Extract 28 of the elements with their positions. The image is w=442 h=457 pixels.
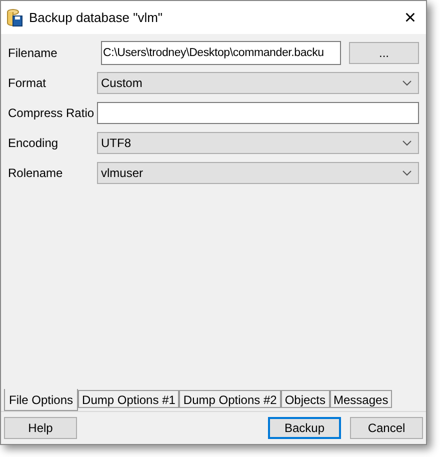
input-field[interactable] (97, 102, 419, 124)
dialog-button[interactable]: Backup (268, 417, 341, 439)
tab[interactable]: Objects (280, 390, 330, 408)
tab[interactable]: Messages (330, 390, 392, 408)
dropdown-value: UTF8 (101, 135, 131, 152)
dropdown-value: vlmuser (101, 165, 144, 182)
dropdown[interactable]: UTF8 (97, 132, 419, 154)
close-button[interactable]: × (404, 8, 416, 28)
tab[interactable]: Dump Options #1 (78, 390, 180, 408)
chevron-down-icon (402, 140, 412, 146)
field-label: Compress Ratio (8, 105, 96, 122)
field-label: Rolename (8, 165, 64, 182)
filename-field[interactable]: C:\Users\trodney\Desktop\commander.backu (101, 41, 341, 65)
tab[interactable]: File Options (4, 389, 78, 411)
database-icon (7, 8, 23, 26)
browse-button[interactable]: ... (349, 42, 419, 64)
dropdown[interactable]: vlmuser (97, 162, 419, 184)
field-label: Filename (8, 45, 58, 62)
help-button[interactable]: Help (4, 417, 77, 439)
chevron-down-icon (402, 170, 412, 176)
tab[interactable]: Dump Options #2 (179, 390, 281, 408)
dropdown-value: Custom (101, 75, 142, 92)
field-label: Encoding (8, 135, 60, 152)
field-label: Format (8, 75, 48, 92)
dialog-button[interactable]: Cancel (350, 417, 423, 439)
dropdown[interactable]: Custom (97, 72, 419, 94)
window-title: Backup database "vlm" (29, 8, 164, 27)
chevron-down-icon (402, 80, 412, 86)
